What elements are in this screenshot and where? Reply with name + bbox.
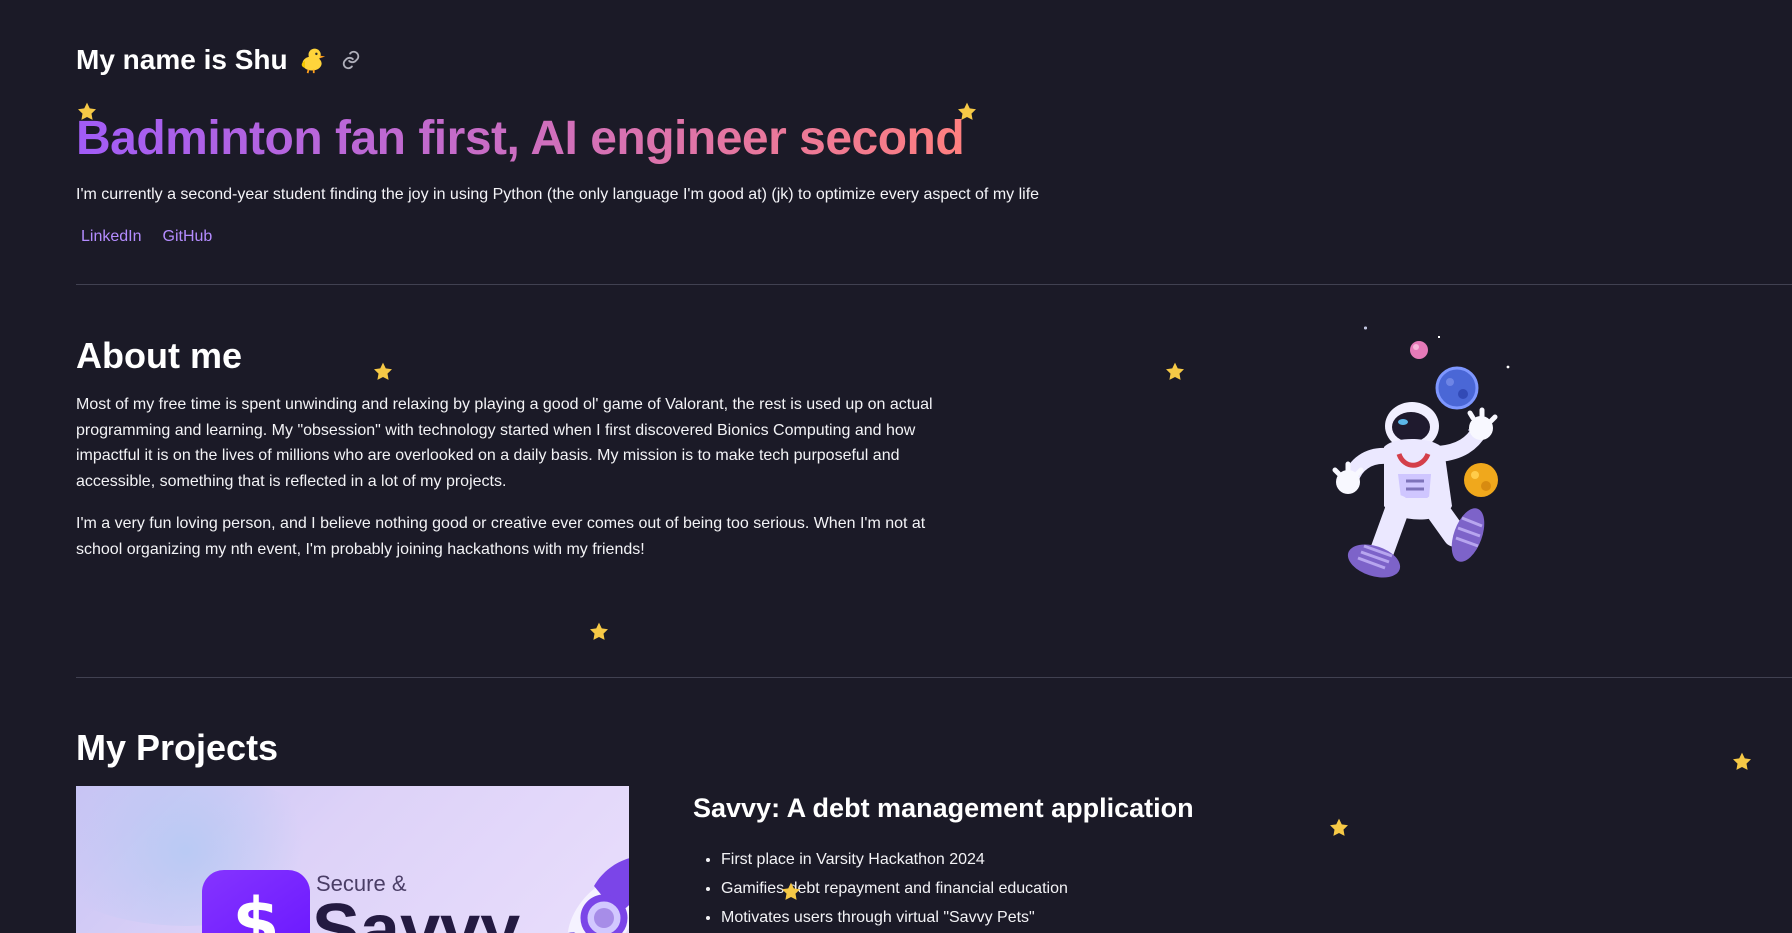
savvy-logo-icon: $: [202, 870, 310, 933]
linkedin-link[interactable]: LinkedIn: [81, 226, 142, 248]
name-heading-row: My name is Shu: [76, 44, 1176, 76]
projects-heading: My Projects: [76, 727, 279, 768]
project-highlight: Motivates users through virtual "Savvy P…: [721, 903, 1493, 932]
project-title: Savvy: A debt management application: [693, 793, 1194, 823]
intro-section: My name is Shu Badminton fan first, AI e…: [76, 44, 1176, 248]
section-divider: [76, 284, 1792, 285]
chick-icon: [298, 46, 326, 74]
star-icon: [1164, 361, 1186, 383]
astronaut-illustration: [1310, 310, 1540, 580]
github-link[interactable]: GitHub: [163, 226, 213, 248]
about-heading: About me: [76, 335, 242, 376]
project-highlights: First place in Varsity Hackathon 2024 Ga…: [693, 845, 1493, 932]
rocket-icon: [556, 850, 629, 933]
star-icon: [588, 621, 610, 643]
portfolio-page: My name is Shu Badminton fan first, AI e…: [0, 0, 1792, 933]
hero-headline: Badminton fan first, AI engineer second: [76, 112, 965, 165]
project-image: $ Secure & Savvy: [76, 786, 629, 933]
social-links: LinkedIn GitHub: [81, 226, 1176, 248]
section-divider: [76, 677, 1792, 678]
link-icon[interactable]: [340, 49, 362, 71]
project-highlight: Gamifies debt repayment and financial ed…: [721, 874, 1493, 903]
hero-subtitle: I'm currently a second-year student find…: [76, 186, 1040, 203]
project-highlight: First place in Varsity Hackathon 2024: [721, 845, 1493, 874]
projects-section: My Projects: [76, 726, 1756, 770]
project-details: Savvy: A debt management application Fir…: [693, 791, 1493, 932]
about-paragraph: Most of my free time is spent unwinding …: [76, 396, 933, 490]
about-paragraph: I'm a very fun loving person, and I beli…: [76, 515, 926, 558]
name-heading: My name is Shu: [76, 44, 288, 75]
about-section: About me Most of my free time is spent u…: [76, 334, 956, 562]
savvy-wordmark: Savvy: [312, 890, 521, 933]
